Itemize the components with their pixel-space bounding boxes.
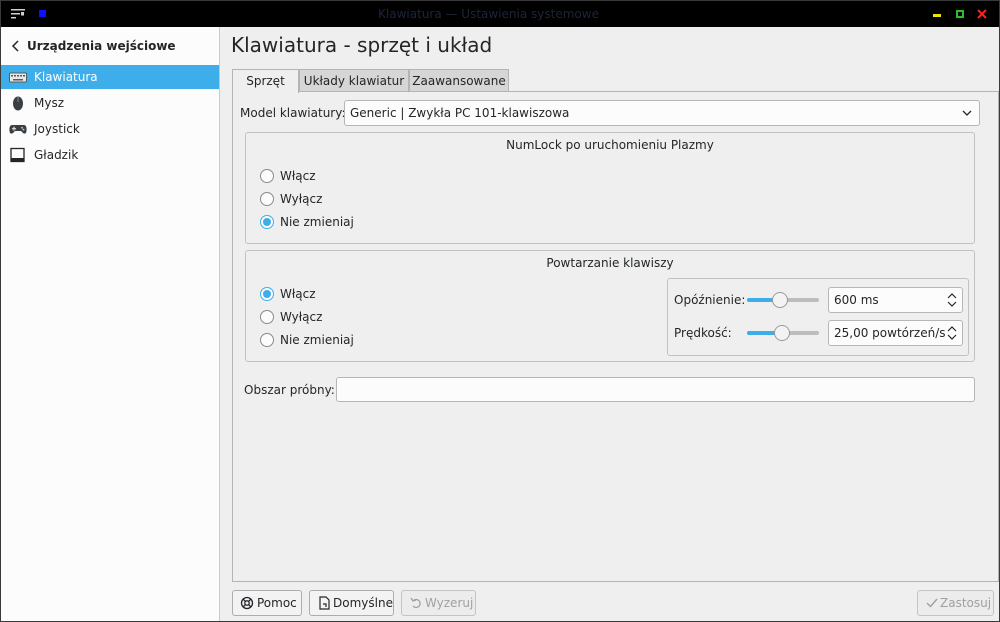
chevron-down-icon	[962, 110, 972, 116]
slider-thumb[interactable]	[774, 325, 790, 341]
back-arrow-icon[interactable]	[10, 39, 22, 53]
undo-icon	[410, 597, 421, 609]
radio-label: Nie zmieniaj	[280, 333, 354, 347]
radio-circle[interactable]	[260, 333, 274, 347]
minimize-button[interactable]	[933, 14, 941, 17]
radio-label: Wyłącz	[280, 192, 323, 206]
sidebar-item-label: Klawiatura	[34, 70, 98, 84]
delay-value: 600 ms	[834, 293, 879, 307]
radio-circle[interactable]	[260, 287, 274, 301]
sidebar-item-label: Mysz	[34, 96, 65, 110]
apply-button[interactable]: Zastosuj	[917, 590, 994, 616]
rate-value: 25,00 powtórzeń/s	[834, 326, 946, 340]
defaults-button[interactable]: Domyślne	[309, 590, 394, 616]
document-revert-icon	[319, 596, 330, 610]
settings-window: Klawiatura — Ustawienia systemowe Urządz…	[0, 0, 1000, 622]
tab-advanced[interactable]: Zaawansowane	[409, 69, 509, 92]
sidebar-item-label: Gładzik	[34, 148, 79, 162]
keyboard-model-select[interactable]: Generic | Zwykła PC 101-klawiszowa	[344, 100, 980, 126]
reset-button[interactable]: Wyzeruj	[401, 590, 476, 616]
radio-label: Wyłącz	[280, 310, 323, 324]
rate-label: Prędkość:	[674, 326, 732, 340]
spin-arrows-icon[interactable]	[947, 292, 957, 308]
radio-circle[interactable]	[260, 192, 274, 206]
delay-slider[interactable]	[747, 292, 819, 308]
keyboard-model-value: Generic | Zwykła PC 101-klawiszowa	[350, 106, 570, 120]
tab-hardware[interactable]: Sprzęt	[232, 69, 299, 93]
radio-label: Włącz	[280, 287, 316, 301]
radio-label: Włącz	[280, 169, 316, 183]
numlock-group-title: NumLock po uruchomieniu Plazmy	[506, 138, 714, 152]
checkmark-icon	[926, 598, 938, 608]
keyboard-model-label: Model klawiatury:	[240, 106, 346, 120]
tab-layouts[interactable]: Układy klawiatur	[299, 69, 409, 92]
radio-label: Nie zmieniaj	[280, 215, 354, 229]
test-area-label: Obszar próbny:	[244, 383, 335, 397]
delay-label: Opóźnienie:	[674, 293, 746, 307]
sidebar-item-joystick[interactable]: Joystick	[1, 117, 219, 141]
radio-circle[interactable]	[260, 310, 274, 324]
radio-circle[interactable]	[260, 169, 274, 183]
test-area-input[interactable]	[336, 377, 975, 402]
button-label: Domyślne	[333, 596, 393, 610]
slider-thumb[interactable]	[772, 292, 788, 308]
radio-circle[interactable]	[260, 215, 274, 229]
maximize-button[interactable]	[956, 10, 964, 18]
touchpad-icon	[10, 147, 25, 163]
sidebar-title: Urządzenia wejściowe	[27, 39, 176, 53]
sidebar-item-label: Joystick	[34, 122, 80, 136]
button-label: Pomoc	[257, 596, 297, 610]
sidebar-item-touchpad[interactable]: Gładzik	[1, 143, 219, 167]
mouse-icon	[13, 96, 23, 111]
title-bar: Klawiatura — Ustawienia systemowe	[1, 1, 999, 27]
numlock-group: NumLock po uruchomieniu Plazmy Włącz Wył…	[245, 132, 975, 244]
sidebar-item-keyboard[interactable]: Klawiatura	[1, 65, 219, 89]
gamepad-icon	[9, 125, 27, 134]
sidebar-header[interactable]: Urządzenia wejściowe	[1, 27, 220, 65]
rate-slider[interactable]	[747, 325, 819, 341]
sidebar-item-mouse[interactable]: Mysz	[1, 91, 219, 115]
delay-spinbox[interactable]: 600 ms	[828, 287, 963, 313]
spin-arrows-icon[interactable]	[947, 325, 957, 341]
help-icon	[240, 596, 254, 610]
key-repeat-group-title: Powtarzanie klawiszy	[546, 256, 674, 270]
repeat-settings-box: Opóźnienie: 600 ms Prędkość: 25,00 powtó…	[667, 278, 969, 356]
window-title: Klawiatura — Ustawienia systemowe	[378, 7, 599, 21]
keyboard-icon	[9, 72, 27, 83]
button-label: Wyzeruj	[425, 596, 474, 610]
close-icon[interactable]	[977, 9, 987, 19]
button-label: Zastosuj	[940, 596, 992, 610]
key-repeat-group: Powtarzanie klawiszy Włącz Wyłącz Nie zm…	[245, 250, 975, 362]
page-title: Klawiatura - sprzęt i układ	[231, 33, 493, 57]
help-button[interactable]: Pomoc	[232, 590, 302, 616]
rate-spinbox[interactable]: 25,00 powtórzeń/s	[828, 320, 963, 346]
sidebar: Urządzenia wejściowe Klawiatura Mysz Joy…	[1, 27, 220, 621]
